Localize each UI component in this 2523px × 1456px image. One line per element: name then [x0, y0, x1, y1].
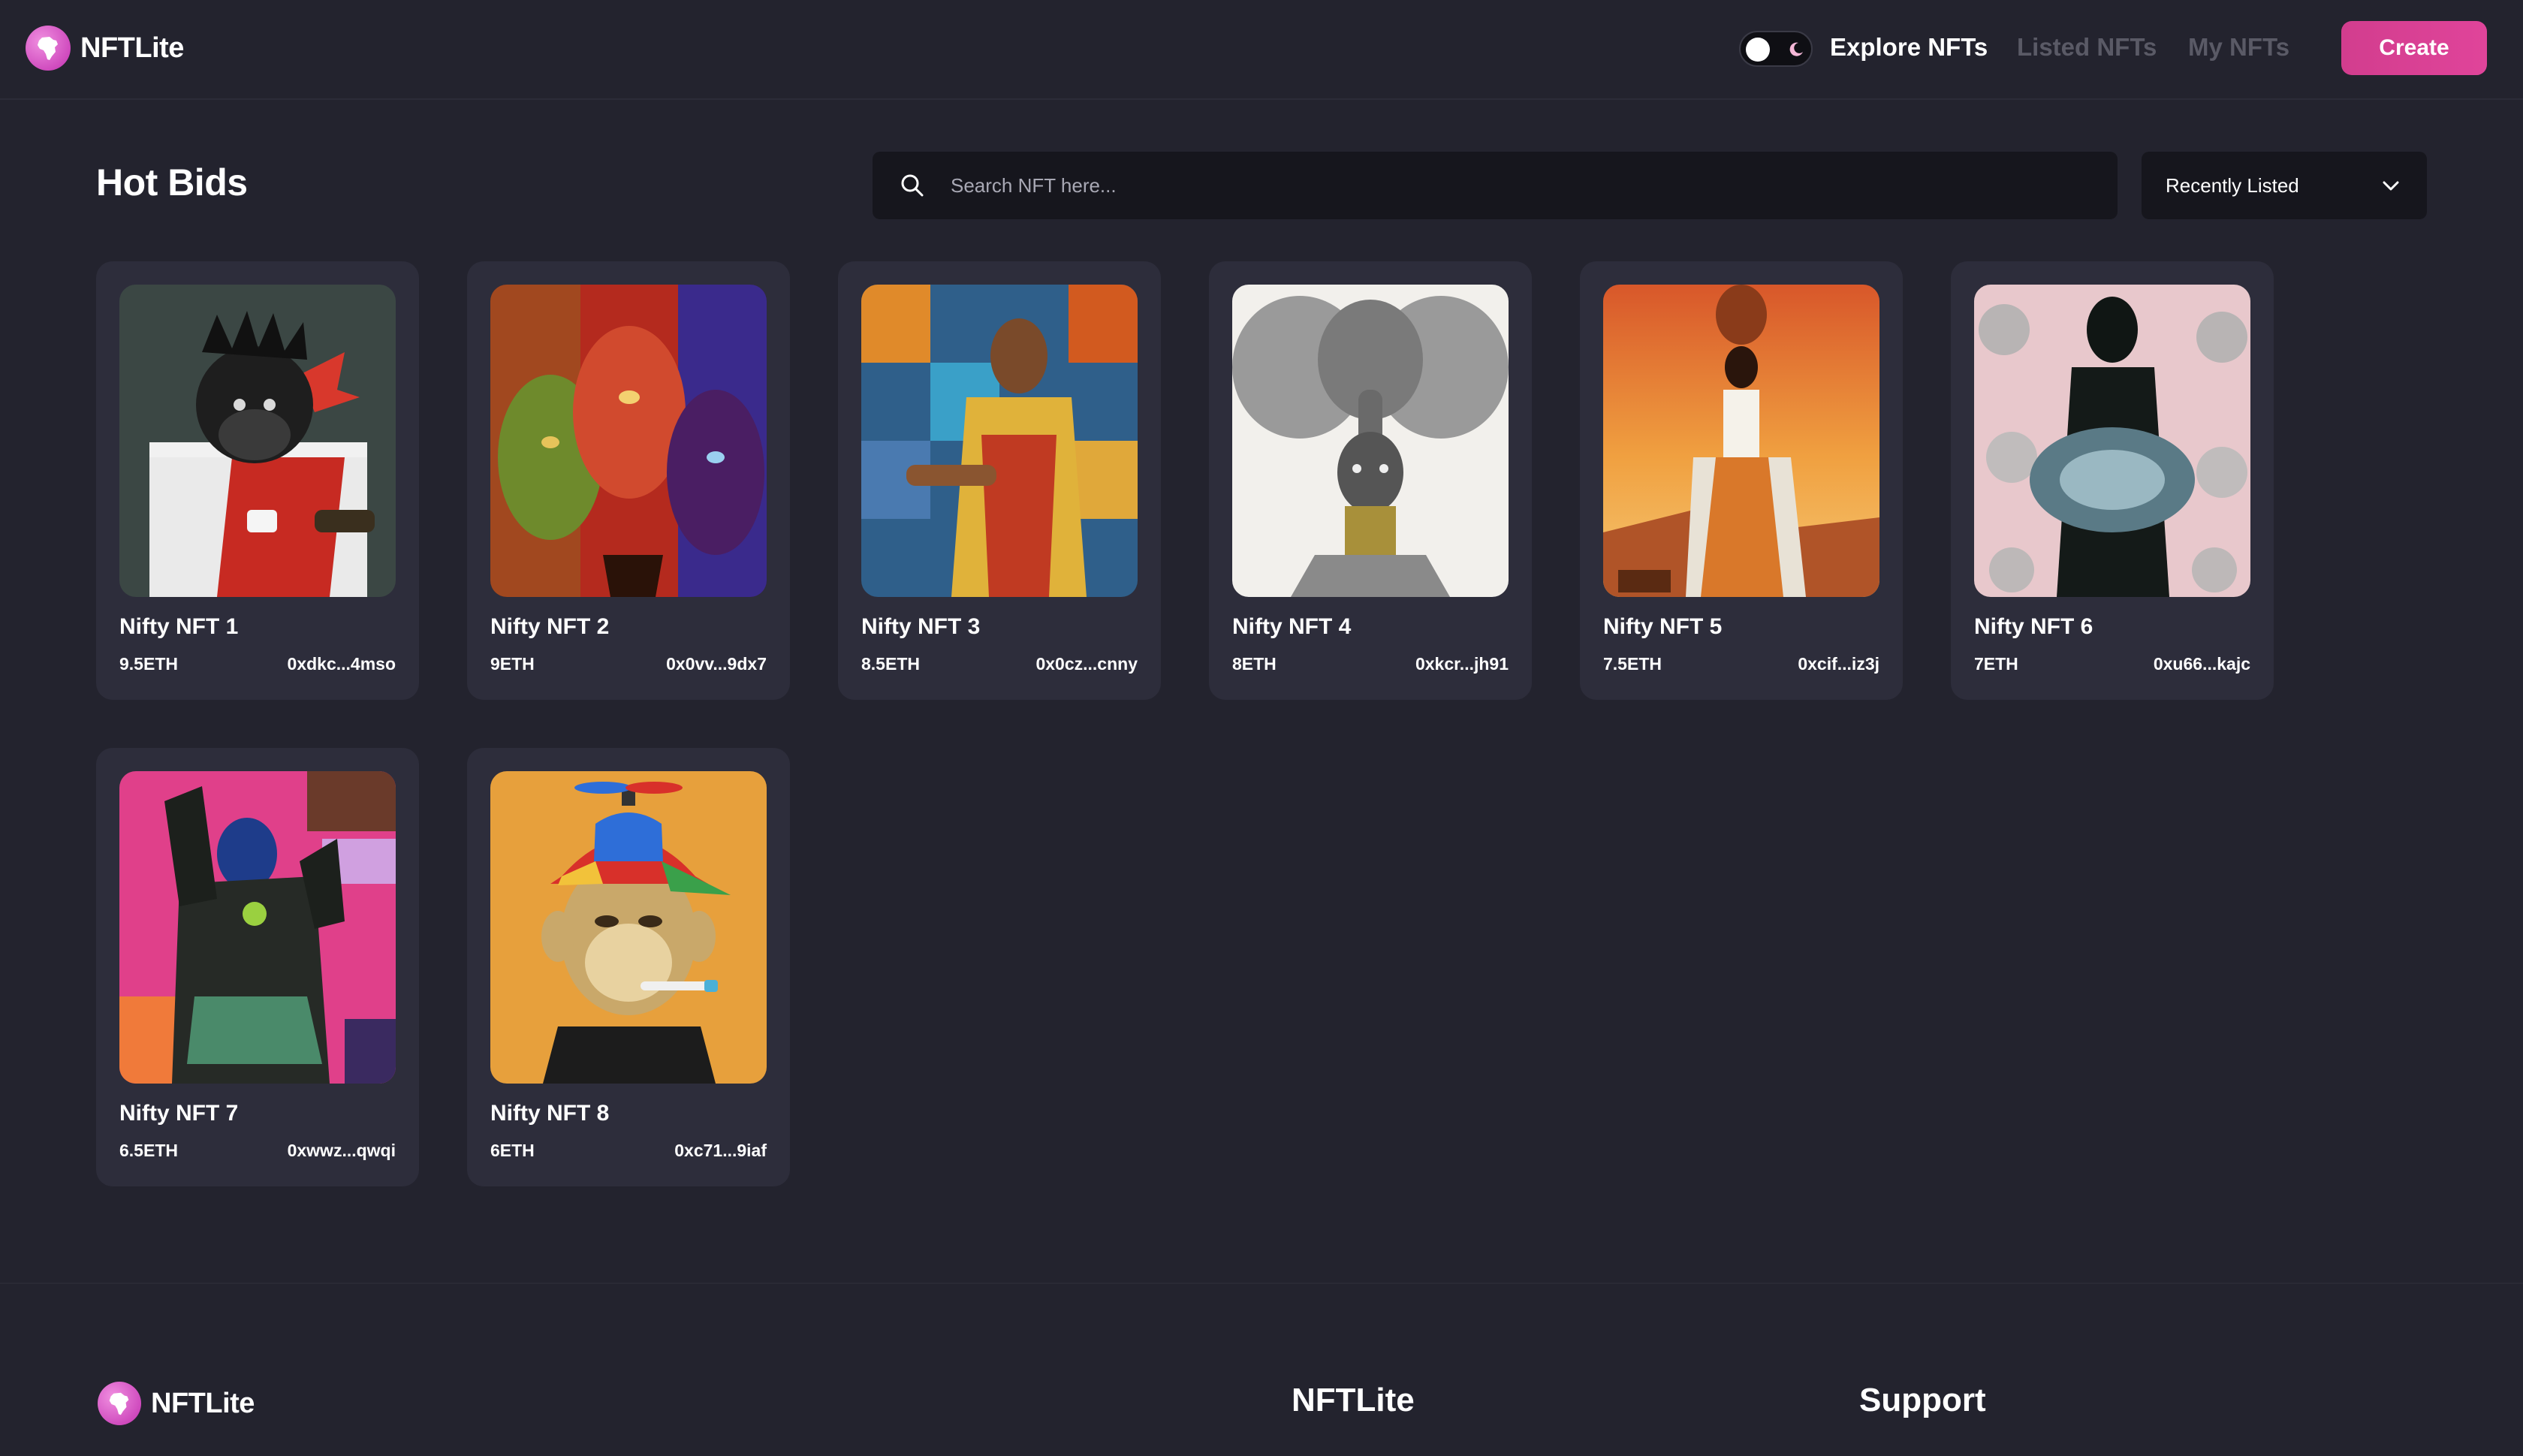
sort-dropdown[interactable]: Recently Listed [2142, 152, 2427, 219]
nft-card[interactable]: Nifty NFT 3 8.5ETH 0x0cz...cnny [838, 261, 1161, 700]
nft-owner-address: 0xu66...kajc [2153, 654, 2250, 674]
nft-owner-address: 0xc71...9iaf [674, 1141, 767, 1160]
nft-image [1603, 285, 1879, 597]
pop-art-figure-artwork [119, 771, 396, 1084]
nft-card[interactable]: Nifty NFT 1 9.5ETH 0xdkc...4mso [96, 261, 419, 700]
nft-image [119, 285, 396, 597]
footer-brand-logo[interactable]: NFTLite [98, 1382, 255, 1425]
nft-price: 6.5ETH [119, 1141, 178, 1160]
nft-card[interactable]: Nifty NFT 6 7ETH 0xu66...kajc [1951, 261, 2274, 700]
top-navbar: NFTLite Explore NFTs Listed NFTs My NFTs… [0, 0, 2523, 100]
nft-name: Nifty NFT 3 [861, 614, 981, 639]
nft-image [490, 285, 767, 597]
nft-image [1232, 285, 1509, 597]
nft-card[interactable]: Nifty NFT 5 7.5ETH 0xcif...iz3j [1580, 261, 1903, 700]
nft-name: Nifty NFT 7 [119, 1101, 239, 1126]
nft-owner-address: 0xdkc...4mso [287, 654, 396, 674]
search-icon [901, 174, 924, 197]
nft-image [119, 771, 396, 1084]
nav-my-nfts[interactable]: My NFTs [2188, 33, 2289, 62]
nft-price: 8.5ETH [861, 654, 920, 674]
sunset-woman-artwork [1603, 285, 1879, 597]
nft-card[interactable]: Nifty NFT 2 9ETH 0x0vv...9dx7 [467, 261, 790, 700]
footer-heading-nftlite: NFTLite [1292, 1382, 1415, 1418]
nft-image [861, 285, 1138, 597]
footer-heading-support: Support [1859, 1382, 1986, 1418]
theme-toggle[interactable] [1739, 31, 1813, 67]
moon-icon [1789, 42, 1803, 56]
nft-price: 9.5ETH [119, 654, 178, 674]
africa-logo-icon [26, 26, 71, 71]
sort-selected-value: Recently Listed [2166, 174, 2299, 197]
nft-price: 7ETH [1974, 654, 2018, 674]
gorilla-artwork [119, 285, 396, 597]
create-button[interactable]: Create [2341, 21, 2487, 75]
brand-name: NFTLite [80, 32, 184, 64]
tribal-faces-artwork [490, 285, 767, 597]
nft-price: 9ETH [490, 654, 535, 674]
elephant-woman-artwork [1232, 285, 1509, 597]
nft-card[interactable]: Nifty NFT 8 6ETH 0xc71...9iaf [467, 748, 790, 1186]
nft-name: Nifty NFT 5 [1603, 614, 1723, 639]
nft-name: Nifty NFT 4 [1232, 614, 1352, 639]
nft-owner-address: 0x0cz...cnny [1035, 654, 1138, 674]
nft-price: 7.5ETH [1603, 654, 1662, 674]
bored-ape-artwork [490, 771, 767, 1084]
nav-listed-nfts[interactable]: Listed NFTs [2017, 33, 2157, 62]
search-input[interactable] [951, 152, 2092, 219]
nft-card[interactable]: Nifty NFT 7 6.5ETH 0xwwz...qwqi [96, 748, 419, 1186]
africa-logo-icon [98, 1382, 141, 1425]
chevron-down-icon [2383, 181, 2399, 191]
brand-logo[interactable]: NFTLite [26, 26, 184, 71]
nft-price: 8ETH [1232, 654, 1277, 674]
nav-explore-nfts[interactable]: Explore NFTs [1830, 33, 1988, 62]
nft-name: Nifty NFT 8 [490, 1101, 610, 1126]
footer-divider [0, 1283, 2523, 1284]
nft-price: 6ETH [490, 1141, 535, 1160]
nft-image [490, 771, 767, 1084]
nft-owner-address: 0xkcr...jh91 [1415, 654, 1509, 674]
floral-woman-artwork [1974, 285, 2250, 597]
nft-name: Nifty NFT 1 [119, 614, 239, 639]
nft-card[interactable]: Nifty NFT 4 8ETH 0xkcr...jh91 [1209, 261, 1532, 700]
footer-brand-name: NFTLite [151, 1387, 255, 1419]
nft-name: Nifty NFT 6 [1974, 614, 2093, 639]
nft-owner-address: 0xcif...iz3j [1798, 654, 1879, 674]
nft-image [1974, 285, 2250, 597]
nft-owner-address: 0xwwz...qwqi [287, 1141, 396, 1160]
search-bar [873, 152, 2118, 219]
nft-owner-address: 0x0vv...9dx7 [666, 654, 767, 674]
toggle-knob [1746, 38, 1770, 62]
nft-name: Nifty NFT 2 [490, 614, 610, 639]
page-title: Hot Bids [96, 161, 248, 203]
mosaic-woman-artwork [861, 285, 1138, 597]
